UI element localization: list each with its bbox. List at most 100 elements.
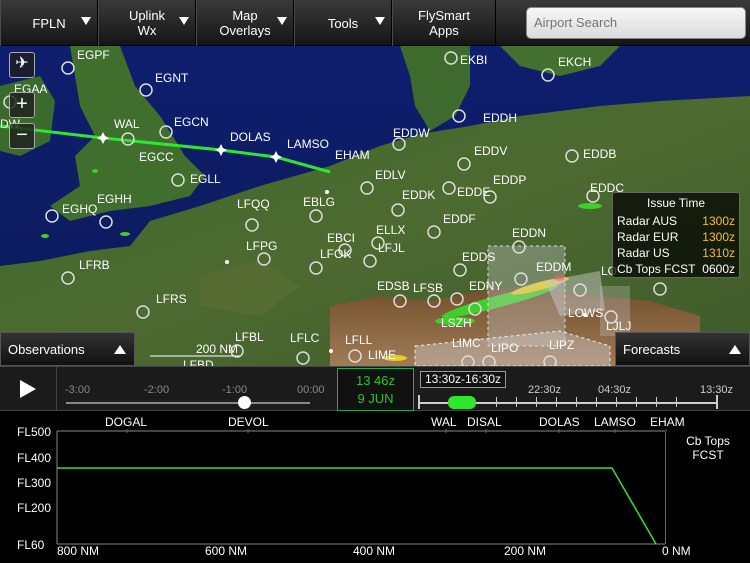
svg-text:EGNT: EGNT (155, 71, 189, 85)
svg-text:EDDK: EDDK (402, 188, 435, 202)
current-time: 13 46z (355, 373, 396, 388)
issue-row: Radar EUR 1300z (617, 229, 735, 245)
past-slider-track[interactable] (66, 402, 310, 404)
svg-text:LOWS: LOWS (568, 306, 603, 320)
svg-text:EGLL: EGLL (190, 172, 221, 186)
forecast-tick-label: 13:30z (700, 384, 734, 396)
svg-text:LAMSO: LAMSO (287, 137, 329, 151)
play-icon (20, 380, 36, 398)
zoom-out-button[interactable]: − (9, 123, 35, 149)
issue-label: Radar EUR (617, 230, 679, 244)
svg-text:EGCN: EGCN (174, 115, 209, 129)
forecast-ticks (418, 395, 718, 411)
cb-tops-panel: Cb Tops FCST (665, 432, 750, 544)
distance-label: 800 NM (57, 544, 100, 558)
svg-text:LFRS: LFRS (156, 292, 187, 306)
plus-icon: + (16, 93, 28, 115)
observations-label: Observations (8, 341, 85, 357)
forecast-tick-label: 22:30z (528, 384, 562, 396)
svg-text:EDNY: EDNY (469, 279, 502, 293)
observations-tab[interactable]: Observations (0, 332, 135, 366)
svg-text:EDDE: EDDE (457, 185, 490, 199)
top-toolbar: FPLN Uplink Wx Map Overlays Tools FlySmart… (0, 0, 750, 46)
svg-text:EDSB: EDSB (377, 279, 410, 293)
zoom-in-button[interactable]: + (9, 92, 35, 118)
airplane-icon: ✈ (15, 55, 29, 72)
current-time-display: 13 46z 9 JUN (337, 368, 414, 411)
svg-text:LFQQ: LFQQ (237, 197, 270, 211)
map-scale-label: 200 NM (196, 342, 239, 356)
svg-text:EDDM: EDDM (536, 260, 571, 274)
distance-label: 400 NM (353, 544, 396, 558)
issue-row: Cb Tops FCST 0600z (617, 261, 735, 277)
issue-value: 1300z (702, 230, 735, 244)
current-date: 9 JUN (357, 391, 394, 406)
issue-time-box: Issue Time Radar AUS 1300z Radar EUR 1300z… (612, 192, 740, 278)
svg-text:LSZH: LSZH (441, 316, 472, 330)
svg-text:EGHH: EGHH (97, 192, 132, 206)
past-tick-label: -1:00 (222, 384, 248, 396)
flysmart-label: FlySmart Apps (418, 8, 470, 38)
svg-text:WAL: WAL (114, 117, 140, 131)
play-button[interactable] (0, 367, 57, 412)
uplink-wx-button[interactable]: Uplink Wx (98, 0, 196, 46)
svg-text:EGCC: EGCC (139, 150, 174, 164)
svg-text:EBLG: EBLG (303, 195, 335, 209)
svg-text:LFOK: LFOK (320, 247, 351, 261)
flysmart-apps-button[interactable]: FlySmart Apps (392, 0, 496, 46)
distance-label: 600 NM (205, 544, 248, 558)
issue-label: Radar AUS (617, 214, 678, 228)
svg-text:DOLAS: DOLAS (230, 130, 271, 144)
flysmart-line1: FlySmart (418, 8, 470, 23)
flysmart-line2: Apps (429, 23, 459, 38)
map-overlays-label: Map Overlays (219, 8, 270, 38)
past-slider-thumb[interactable] (238, 396, 252, 409)
chevron-down-icon (179, 17, 189, 25)
past-tick-label: -2:00 (144, 384, 170, 396)
weather-map[interactable]: EGPF EGNT EGAA EKBI EKCH EGCN EGCC EGLL EGHH E… (0, 46, 750, 366)
tools-button[interactable]: Tools (294, 0, 392, 46)
svg-text:LFJL: LFJL (378, 241, 405, 255)
svg-text:LIME: LIME (368, 348, 396, 362)
svg-text:LFBL: LFBL (235, 330, 264, 344)
svg-text:LFBD: LFBD (183, 358, 214, 366)
svg-text:EBCI: EBCI (327, 231, 355, 245)
search-area (496, 0, 750, 45)
svg-text:LFSB: LFSB (413, 281, 443, 295)
svg-text:EDDS: EDDS (462, 250, 495, 264)
vertical-profile: DOGAL DEVOL WAL DISAL DOLAS LAMSO EHAM F… (0, 411, 750, 563)
timeline-bar: -3:00 -2:00 -1:00 00:00 13 46z 9 JUN 13:… (0, 366, 750, 412)
aircraft-center-button[interactable]: ✈ (9, 52, 35, 78)
overlays-line2: Overlays (219, 23, 271, 38)
issue-label: Cb Tops FCST (617, 262, 696, 276)
cb-tops-label: Cb Tops FCST (686, 434, 730, 462)
airport-search-input[interactable] (526, 6, 746, 39)
issue-value: 1310z (702, 246, 735, 260)
svg-text:EDDW: EDDW (393, 126, 430, 140)
chevron-down-icon (277, 17, 287, 25)
svg-text:LFLL: LFLL (345, 333, 373, 347)
uplink-line2: Wx (137, 23, 157, 38)
chevron-up-icon (729, 345, 741, 354)
svg-text:LIPO: LIPO (491, 341, 518, 355)
past-tick-label: 00:00 (297, 384, 325, 396)
altitude-profile-line (57, 467, 657, 545)
svg-text:LFPG: LFPG (246, 239, 277, 253)
issue-label: Radar US (617, 246, 670, 260)
fpln-button[interactable]: FPLN (0, 0, 98, 46)
uplink-wx-label: Uplink Wx (129, 8, 165, 38)
svg-text:ELLX: ELLX (376, 223, 405, 237)
svg-text:EKBI: EKBI (460, 53, 487, 67)
svg-text:EDDV: EDDV (474, 144, 507, 158)
svg-text:LIMC: LIMC (452, 336, 481, 350)
tools-label: Tools (327, 15, 359, 31)
uplink-line1: Uplink (128, 8, 166, 23)
issue-value: 0600z (702, 262, 735, 276)
forecasts-tab[interactable]: Forecasts (615, 332, 750, 366)
distance-label: 200 NM (504, 544, 547, 558)
svg-text:EGHQ: EGHQ (62, 202, 97, 216)
map-overlays-button[interactable]: Map Overlays (196, 0, 294, 46)
distance-label: 0 NM (662, 544, 691, 558)
svg-text:LIPZ: LIPZ (549, 338, 574, 352)
issue-row: Radar US 1310z (617, 245, 735, 261)
